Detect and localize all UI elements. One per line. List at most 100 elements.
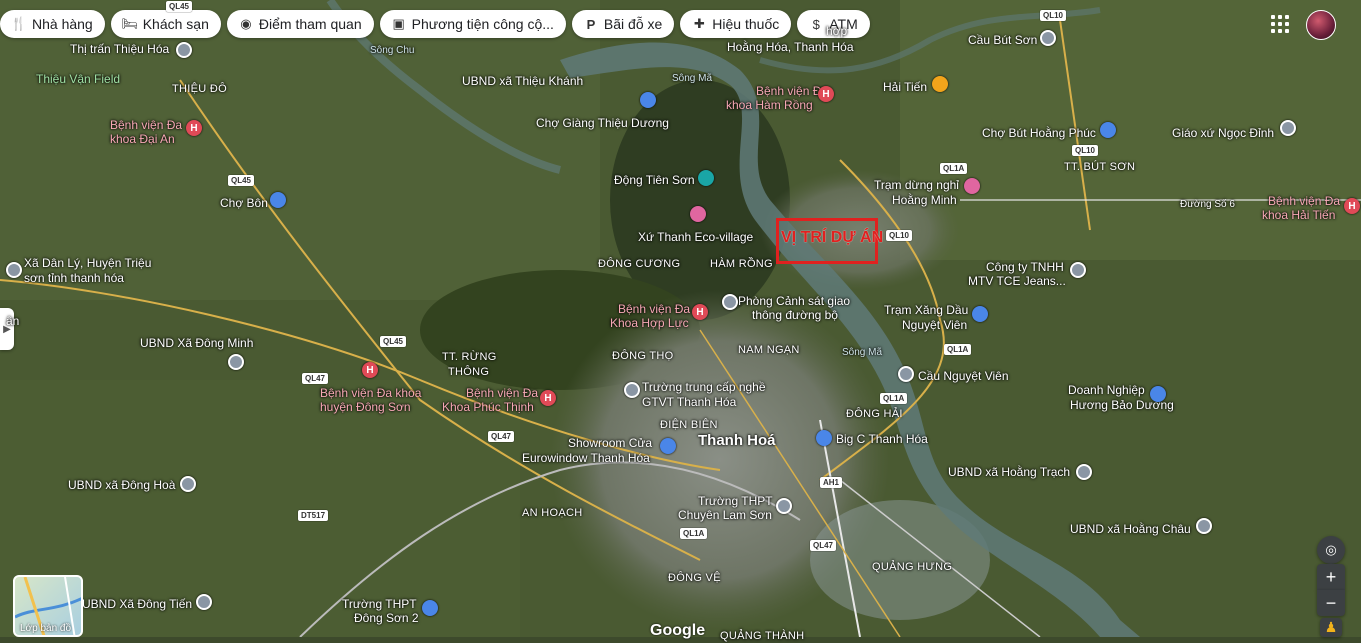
- place-label[interactable]: Bệnh viện Đa: [110, 118, 182, 132]
- shop-pin-icon[interactable]: [816, 430, 832, 446]
- chip-transit[interactable]: ▣ Phương tiện công cộ...: [379, 10, 566, 38]
- place-label[interactable]: Eurowindow Thanh Hóa: [522, 451, 650, 465]
- hospital-pin-icon[interactable]: H: [692, 304, 708, 320]
- place-label[interactable]: Bệnh viện Đa: [466, 386, 538, 400]
- place-pin-icon[interactable]: [624, 382, 640, 398]
- place-label[interactable]: Chợ Bôn: [220, 196, 268, 210]
- place-label[interactable]: HÀM RỒNG: [710, 257, 773, 271]
- chip-attractions[interactable]: ◉ Điểm tham quan: [226, 10, 374, 38]
- place-label[interactable]: Cầu Nguyệt Viên: [918, 369, 1009, 383]
- place-label[interactable]: Big C Thanh Hóa: [836, 432, 928, 446]
- place-label[interactable]: Trạm dừng nghỉ: [874, 178, 959, 192]
- place-pin-icon[interactable]: [722, 294, 738, 310]
- chip-restaurants[interactable]: 🍴 Nhà hàng: [0, 10, 105, 38]
- place-label[interactable]: Chợ Giàng Thiệu Dương: [536, 116, 669, 130]
- zoom-out-button[interactable]: −: [1317, 590, 1345, 616]
- place-label[interactable]: ĐÔNG VỆ: [668, 571, 721, 585]
- place-label[interactable]: Trường THPT: [698, 494, 773, 508]
- shop-pin-icon[interactable]: [660, 438, 676, 454]
- hospital-pin-icon[interactable]: H: [540, 390, 556, 406]
- chip-pharmacy[interactable]: ✚ Hiệu thuốc: [680, 10, 792, 38]
- chip-hotels[interactable]: 🛏 Khách sạn: [110, 10, 221, 38]
- place-pin-icon[interactable]: [776, 498, 792, 514]
- place-label[interactable]: Bệnh viện Đa: [618, 302, 690, 316]
- place-label[interactable]: ĐÔNG THỌ: [612, 349, 673, 363]
- place-label[interactable]: Nguyệt Viên: [902, 318, 967, 332]
- place-label[interactable]: Hoằng Hóa, Thanh Hóa: [727, 40, 854, 54]
- place-label[interactable]: UBND xã Hoằng Châu: [1070, 522, 1191, 536]
- shop-pin-icon[interactable]: [640, 92, 656, 108]
- place-label[interactable]: ĐÔNG CƯƠNG: [598, 257, 680, 271]
- place-label[interactable]: Giáo xứ Ngọc Đỉnh: [1172, 126, 1274, 140]
- place-label[interactable]: QUẢNG HƯNG: [872, 560, 952, 574]
- place-label[interactable]: Động Tiên Sơn: [614, 173, 695, 187]
- hospital-pin-icon[interactable]: H: [1344, 198, 1360, 214]
- gas-station-pin-icon[interactable]: [972, 306, 988, 322]
- place-label[interactable]: huyện Đông Sơn: [320, 400, 411, 414]
- place-pin-icon[interactable]: [1076, 464, 1092, 480]
- place-label[interactable]: Khoa Phúc Thịnh: [442, 400, 534, 414]
- shop-pin-icon[interactable]: [1100, 122, 1116, 138]
- place-pin-icon[interactable]: [1196, 518, 1212, 534]
- chip-parking[interactable]: P Bãi đỗ xe: [571, 10, 675, 38]
- place-pin-icon[interactable]: [1070, 262, 1086, 278]
- school-pin-icon[interactable]: [422, 600, 438, 616]
- place-label[interactable]: Trường THPT: [342, 597, 417, 611]
- place-label[interactable]: Khoa Hợp Lực: [610, 316, 689, 330]
- place-label[interactable]: THÔNG: [448, 365, 489, 379]
- place-label[interactable]: GTVT Thanh Hóa: [642, 395, 736, 409]
- place-label[interactable]: TT. RỪNG: [442, 350, 497, 364]
- place-label[interactable]: QUẢNG THÀNH: [720, 629, 804, 643]
- lodging-pin-icon[interactable]: [964, 178, 980, 194]
- food-pin-icon[interactable]: [932, 76, 948, 92]
- attraction-pin-icon[interactable]: [698, 170, 714, 186]
- pegman-icon[interactable]: ♟: [1320, 618, 1342, 637]
- apps-grid-icon[interactable]: [1268, 12, 1292, 36]
- zoom-in-button[interactable]: +: [1317, 564, 1345, 590]
- place-label[interactable]: AN HOẠCH: [522, 506, 582, 520]
- place-label[interactable]: UBND Xã Đông Minh: [140, 336, 253, 350]
- place-label[interactable]: khoa Hàm Rồng: [726, 98, 813, 112]
- hospital-pin-icon[interactable]: H: [186, 120, 202, 136]
- hospital-pin-icon[interactable]: H: [818, 86, 834, 102]
- place-label[interactable]: NAM NGẠN: [738, 343, 800, 357]
- place-pin-icon[interactable]: [898, 366, 914, 382]
- place-label[interactable]: Showroom Cửa: [568, 436, 652, 450]
- place-label[interactable]: Chợ Bút Hoằng Phúc: [982, 126, 1096, 140]
- avatar[interactable]: [1306, 10, 1336, 40]
- place-label[interactable]: Trường trung cấp nghề: [642, 380, 766, 394]
- place-label[interactable]: khoa Đại An: [110, 132, 175, 146]
- place-label[interactable]: Xứ Thanh Eco-village: [638, 230, 753, 244]
- place-pin-icon[interactable]: [1280, 120, 1296, 136]
- place-label[interactable]: khoa Hải Tiến: [1262, 208, 1335, 222]
- place-label[interactable]: UBND xã Đông Hoà: [68, 478, 175, 492]
- place-label[interactable]: THIỆU ĐÔ: [172, 82, 227, 96]
- place-label[interactable]: Đông Sơn 2: [354, 611, 419, 625]
- place-label[interactable]: Xã Dân Lý, Huyện Triệu: [24, 256, 151, 270]
- place-pin-icon[interactable]: [1040, 30, 1056, 46]
- place-label[interactable]: Cầu Bút Sơn: [968, 33, 1037, 47]
- place-label[interactable]: TT. BÚT SƠN: [1064, 160, 1135, 174]
- place-label[interactable]: Trạm Xăng Dầu: [884, 303, 968, 317]
- place-label[interactable]: thông đường bộ: [752, 308, 838, 322]
- place-label[interactable]: Phòng Cảnh sát giao: [738, 294, 850, 308]
- place-label[interactable]: ĐIỆN BIÊN: [660, 418, 718, 432]
- place-label[interactable]: Hoằng Minh: [892, 193, 957, 207]
- place-label[interactable]: Bệnh viện Đa: [1268, 194, 1340, 208]
- place-label[interactable]: Doanh Nghiệp: [1068, 383, 1145, 397]
- hospital-pin-icon[interactable]: H: [362, 362, 378, 378]
- place-label[interactable]: Chuyên Lam Sơn: [678, 508, 772, 522]
- place-label[interactable]: UBND xã Thiệu Khánh: [462, 74, 583, 88]
- place-pin-icon[interactable]: [196, 594, 212, 610]
- eco-village-pin-icon[interactable]: [690, 206, 706, 222]
- place-label[interactable]: Bệnh viện Đa khoa: [320, 386, 421, 400]
- place-label[interactable]: UBND Xã Đông Tiến: [82, 597, 192, 611]
- place-pin-icon[interactable]: [180, 476, 196, 492]
- place-pin-icon[interactable]: [228, 354, 244, 370]
- place-label[interactable]: UBND xã Hoằng Trạch: [948, 465, 1070, 479]
- shop-pin-icon[interactable]: [270, 192, 286, 208]
- place-label[interactable]: Hải Tiến: [883, 80, 927, 94]
- place-label[interactable]: Thị trấn Thiệu Hóa: [70, 42, 169, 56]
- place-label[interactable]: sơn tỉnh thanh hóa: [24, 271, 124, 285]
- place-pin-icon[interactable]: [6, 262, 22, 278]
